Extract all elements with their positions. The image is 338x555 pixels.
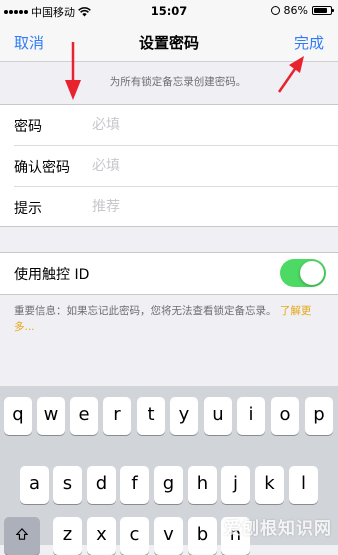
password-row: 密码	[0, 105, 338, 146]
annotation-arrow-up-right-icon	[277, 56, 304, 93]
key-h[interactable]: h	[188, 466, 217, 504]
shift-key[interactable]	[4, 517, 40, 555]
key-c[interactable]: c	[120, 517, 149, 555]
confirm-password-input[interactable]	[92, 154, 322, 178]
annotation-arrow-down-icon	[65, 42, 81, 100]
footer-warning-text: 重要信息：如果忘记此密码，您将无法查看锁定备忘录。	[14, 305, 277, 317]
hint-input[interactable]	[92, 195, 322, 219]
shift-icon	[16, 528, 28, 540]
touch-id-row: 使用触控 ID	[0, 252, 338, 295]
done-button[interactable]: 完成	[294, 32, 324, 53]
key-p[interactable]: p	[305, 397, 333, 435]
status-right: 86%	[270, 4, 334, 17]
key-z[interactable]: z	[53, 517, 82, 555]
hint-label: 提示	[14, 201, 42, 217]
key-d[interactable]: d	[87, 466, 116, 504]
password-form: 密码 确认密码 提示	[0, 104, 338, 227]
key-a[interactable]: a	[20, 466, 49, 504]
key-f[interactable]: f	[120, 466, 149, 504]
footer-note: 重要信息：如果忘记此密码，您将无法查看锁定备忘录。 了解更多...	[14, 303, 326, 335]
key-i[interactable]: i	[237, 397, 265, 435]
key-g[interactable]: g	[154, 466, 183, 504]
key-t[interactable]: t	[137, 397, 165, 435]
key-l[interactable]: l	[289, 466, 318, 504]
key-y[interactable]: y	[170, 397, 198, 435]
hint-row: 提示	[0, 187, 338, 228]
status-bar: 中国移动 15:07 86%	[0, 0, 338, 22]
key-s[interactable]: s	[53, 466, 82, 504]
battery-fill	[314, 8, 328, 13]
confirm-password-row: 确认密码	[0, 146, 338, 187]
touch-id-toggle[interactable]	[280, 259, 326, 287]
touch-id-label: 使用触控 ID	[14, 267, 90, 283]
key-e[interactable]: e	[70, 397, 98, 435]
key-r[interactable]: r	[103, 397, 131, 435]
key-k[interactable]: k	[255, 466, 284, 504]
key-o[interactable]: o	[271, 397, 299, 435]
battery-icon	[312, 6, 334, 15]
battery-percent: 86%	[283, 4, 308, 17]
confirm-password-label: 确认密码	[14, 160, 70, 176]
key-u[interactable]: u	[204, 397, 232, 435]
page-title: 设置密码	[138, 34, 199, 52]
key-j[interactable]: j	[221, 466, 250, 504]
key-b[interactable]: b	[188, 517, 217, 555]
key-x[interactable]: x	[87, 517, 116, 555]
rotation-lock-icon	[270, 6, 280, 15]
password-input[interactable]	[92, 113, 322, 137]
toggle-knob	[300, 261, 324, 285]
key-q[interactable]: q	[4, 397, 32, 435]
password-label: 密码	[14, 119, 42, 135]
key-v[interactable]: v	[154, 517, 183, 555]
site-watermark: 爱刨根知识网	[224, 519, 332, 539]
key-w[interactable]: w	[37, 397, 65, 435]
